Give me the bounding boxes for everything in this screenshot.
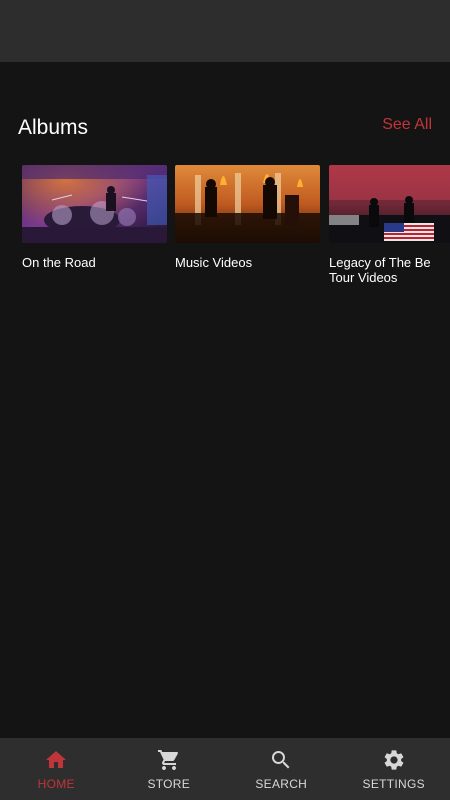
home-icon bbox=[46, 751, 67, 768]
albums-carousel[interactable]: On the Road Music Videos Legacy of The B… bbox=[22, 165, 450, 305]
album-card-on-the-road[interactable]: On the Road bbox=[22, 165, 167, 270]
album-card-music-videos[interactable]: Music Videos bbox=[175, 165, 320, 270]
nav-label: HOME bbox=[37, 777, 75, 791]
gear-icon bbox=[384, 750, 404, 770]
album-card-legacy-tour-videos[interactable]: Legacy of The Be Tour Videos bbox=[329, 165, 450, 285]
bottom-navigation: HOME STORE SEARCH SETTINGS bbox=[0, 738, 450, 800]
albums-section-header: Albums See All bbox=[0, 112, 450, 148]
album-title: Music Videos bbox=[175, 255, 253, 270]
section-title: Albums bbox=[18, 116, 89, 139]
album-thumbnail bbox=[329, 165, 450, 243]
nav-item-settings[interactable]: SETTINGS bbox=[338, 738, 450, 800]
nav-item-search[interactable]: SEARCH bbox=[225, 738, 338, 800]
nav-label: SEARCH bbox=[255, 777, 308, 791]
cart-icon bbox=[157, 750, 178, 770]
nav-label: SETTINGS bbox=[362, 777, 425, 791]
album-title: On the Road bbox=[22, 255, 96, 270]
nav-item-home[interactable]: HOME bbox=[0, 738, 113, 800]
search-icon bbox=[272, 751, 290, 769]
album-thumbnail bbox=[175, 165, 320, 243]
album-title: Legacy of The Be Tour Videos bbox=[329, 255, 431, 285]
see-all-link[interactable]: See All bbox=[382, 116, 432, 134]
album-thumbnail bbox=[22, 165, 167, 243]
nav-label: STORE bbox=[147, 777, 191, 791]
app-screen: Albums See All On the Road Music Videos … bbox=[0, 0, 450, 800]
top-app-bar bbox=[0, 0, 450, 62]
nav-item-store[interactable]: STORE bbox=[113, 738, 226, 800]
